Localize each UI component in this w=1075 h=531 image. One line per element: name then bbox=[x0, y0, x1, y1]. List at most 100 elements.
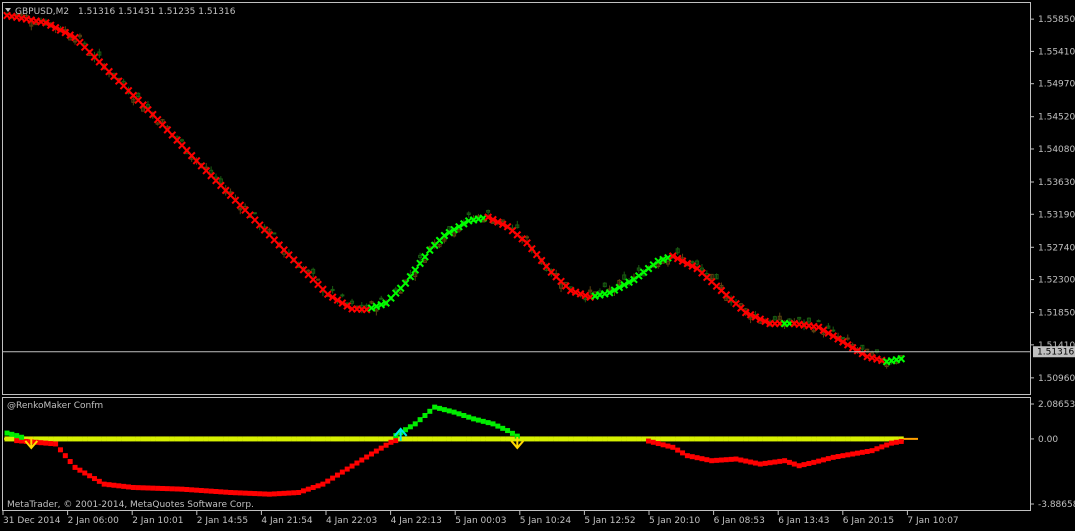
zero-dot bbox=[97, 436, 102, 441]
zero-dot bbox=[763, 436, 768, 441]
signal-red-dot bbox=[884, 443, 889, 448]
signal-red-dot bbox=[170, 486, 175, 491]
signal-red-dot bbox=[73, 465, 78, 470]
zero-dot bbox=[879, 436, 884, 441]
signal-red-dot bbox=[189, 487, 194, 492]
signal-red-dot bbox=[340, 470, 345, 475]
zero-dot bbox=[597, 436, 602, 441]
signal-red-dot bbox=[695, 455, 700, 460]
signal-red-dot bbox=[131, 485, 136, 490]
zero-dot bbox=[325, 436, 330, 441]
time-tick-label: 2 Jan 10:01 bbox=[132, 516, 183, 526]
signal-green-dot bbox=[495, 424, 500, 429]
zero-dot bbox=[243, 436, 248, 441]
signal-red-dot bbox=[393, 438, 398, 443]
zero-dot bbox=[131, 436, 136, 441]
zero-dot bbox=[641, 436, 646, 441]
zero-dot bbox=[427, 436, 432, 441]
signal-red-dot bbox=[816, 459, 821, 464]
signal-red-dot bbox=[267, 492, 272, 497]
signal-red-dot bbox=[646, 439, 651, 444]
time-tick-label: 6 Jan 20:15 bbox=[843, 516, 894, 526]
zero-dot bbox=[301, 436, 306, 441]
zero-dot bbox=[126, 436, 131, 441]
price-tick-label: 1.51850 bbox=[1038, 309, 1075, 319]
zero-dot bbox=[102, 436, 107, 441]
zero-dot bbox=[665, 436, 670, 441]
signal-red-dot bbox=[748, 460, 753, 465]
zero-dot bbox=[136, 436, 141, 441]
signal-red-dot bbox=[306, 487, 311, 492]
zero-dot bbox=[160, 436, 165, 441]
signal-red-dot bbox=[102, 482, 107, 487]
zero-dot bbox=[500, 436, 505, 441]
zero-dot bbox=[583, 436, 588, 441]
signal-red-dot bbox=[325, 479, 330, 484]
chart-canvas[interactable]: 1.558501.554101.549701.545201.540801.536… bbox=[0, 0, 1075, 528]
time-tick-label: 2 Jan 06:00 bbox=[68, 516, 120, 526]
signal-red-dot bbox=[811, 460, 816, 465]
signal-red-dot bbox=[865, 449, 870, 454]
zero-dot bbox=[359, 436, 364, 441]
signal-red-dot bbox=[53, 441, 58, 446]
zero-dot bbox=[840, 436, 845, 441]
zero-dot bbox=[422, 436, 427, 441]
zero-dot bbox=[170, 436, 175, 441]
signal-red-dot bbox=[656, 441, 661, 446]
time-tick-label: 4 Jan 22:03 bbox=[326, 516, 377, 526]
zero-dot bbox=[345, 436, 350, 441]
signal-red-dot bbox=[879, 444, 884, 449]
zero-dot bbox=[743, 436, 748, 441]
signal-red-dot bbox=[82, 470, 87, 475]
candle-body bbox=[35, 24, 38, 25]
zero-dot bbox=[495, 436, 500, 441]
signal-red-dot bbox=[145, 485, 150, 490]
zero-dot bbox=[155, 436, 160, 441]
zero-dot bbox=[884, 436, 889, 441]
signal-red-dot bbox=[238, 490, 243, 495]
signal-red-dot bbox=[768, 460, 773, 465]
zero-dot bbox=[116, 436, 121, 441]
zero-dot bbox=[874, 436, 879, 441]
zero-dot bbox=[481, 436, 486, 441]
signal-red-dot bbox=[845, 452, 850, 457]
signal-red-dot bbox=[354, 461, 359, 466]
zero-dot bbox=[369, 436, 374, 441]
signal-red-dot bbox=[651, 440, 656, 445]
signal-red-dot bbox=[43, 441, 48, 446]
zero-dot bbox=[354, 436, 359, 441]
signal-red-dot bbox=[379, 446, 384, 451]
zero-dot bbox=[145, 436, 150, 441]
signal-red-dot bbox=[855, 451, 860, 456]
price-tick-label: 1.55850 bbox=[1038, 15, 1075, 25]
price-tick-label: 1.53630 bbox=[1038, 178, 1075, 188]
signal-red-dot bbox=[894, 440, 899, 445]
zero-dot bbox=[53, 436, 58, 441]
signal-green-dot bbox=[471, 416, 476, 421]
zero-dot bbox=[777, 436, 782, 441]
signal-red-dot bbox=[675, 448, 680, 453]
time-tick-label: 5 Jan 20:10 bbox=[649, 516, 701, 526]
zero-dot bbox=[5, 436, 10, 441]
zero-dot bbox=[320, 436, 325, 441]
zero-dot bbox=[204, 436, 209, 441]
zero-dot bbox=[738, 436, 743, 441]
zero-dot bbox=[248, 436, 253, 441]
zero-dot bbox=[364, 436, 369, 441]
current-price-tag: 1.51316 bbox=[1033, 346, 1075, 358]
zero-dot bbox=[860, 436, 865, 441]
candle-body bbox=[229, 192, 232, 193]
signal-red-dot bbox=[384, 443, 389, 448]
indicator-title: @RenkoMaker Confm bbox=[7, 401, 103, 411]
signal-red-dot bbox=[734, 457, 739, 462]
zero-dot bbox=[636, 436, 641, 441]
signal-red-dot bbox=[282, 491, 287, 496]
zero-dot bbox=[213, 436, 218, 441]
signal-red-dot bbox=[369, 451, 374, 456]
chart-background bbox=[0, 0, 1075, 528]
candle-body bbox=[526, 237, 529, 238]
time-tick-label: 7 Jan 10:07 bbox=[907, 516, 958, 526]
signal-red-dot bbox=[77, 468, 82, 473]
signal-green-dot bbox=[408, 424, 413, 429]
zero-dot bbox=[525, 436, 530, 441]
